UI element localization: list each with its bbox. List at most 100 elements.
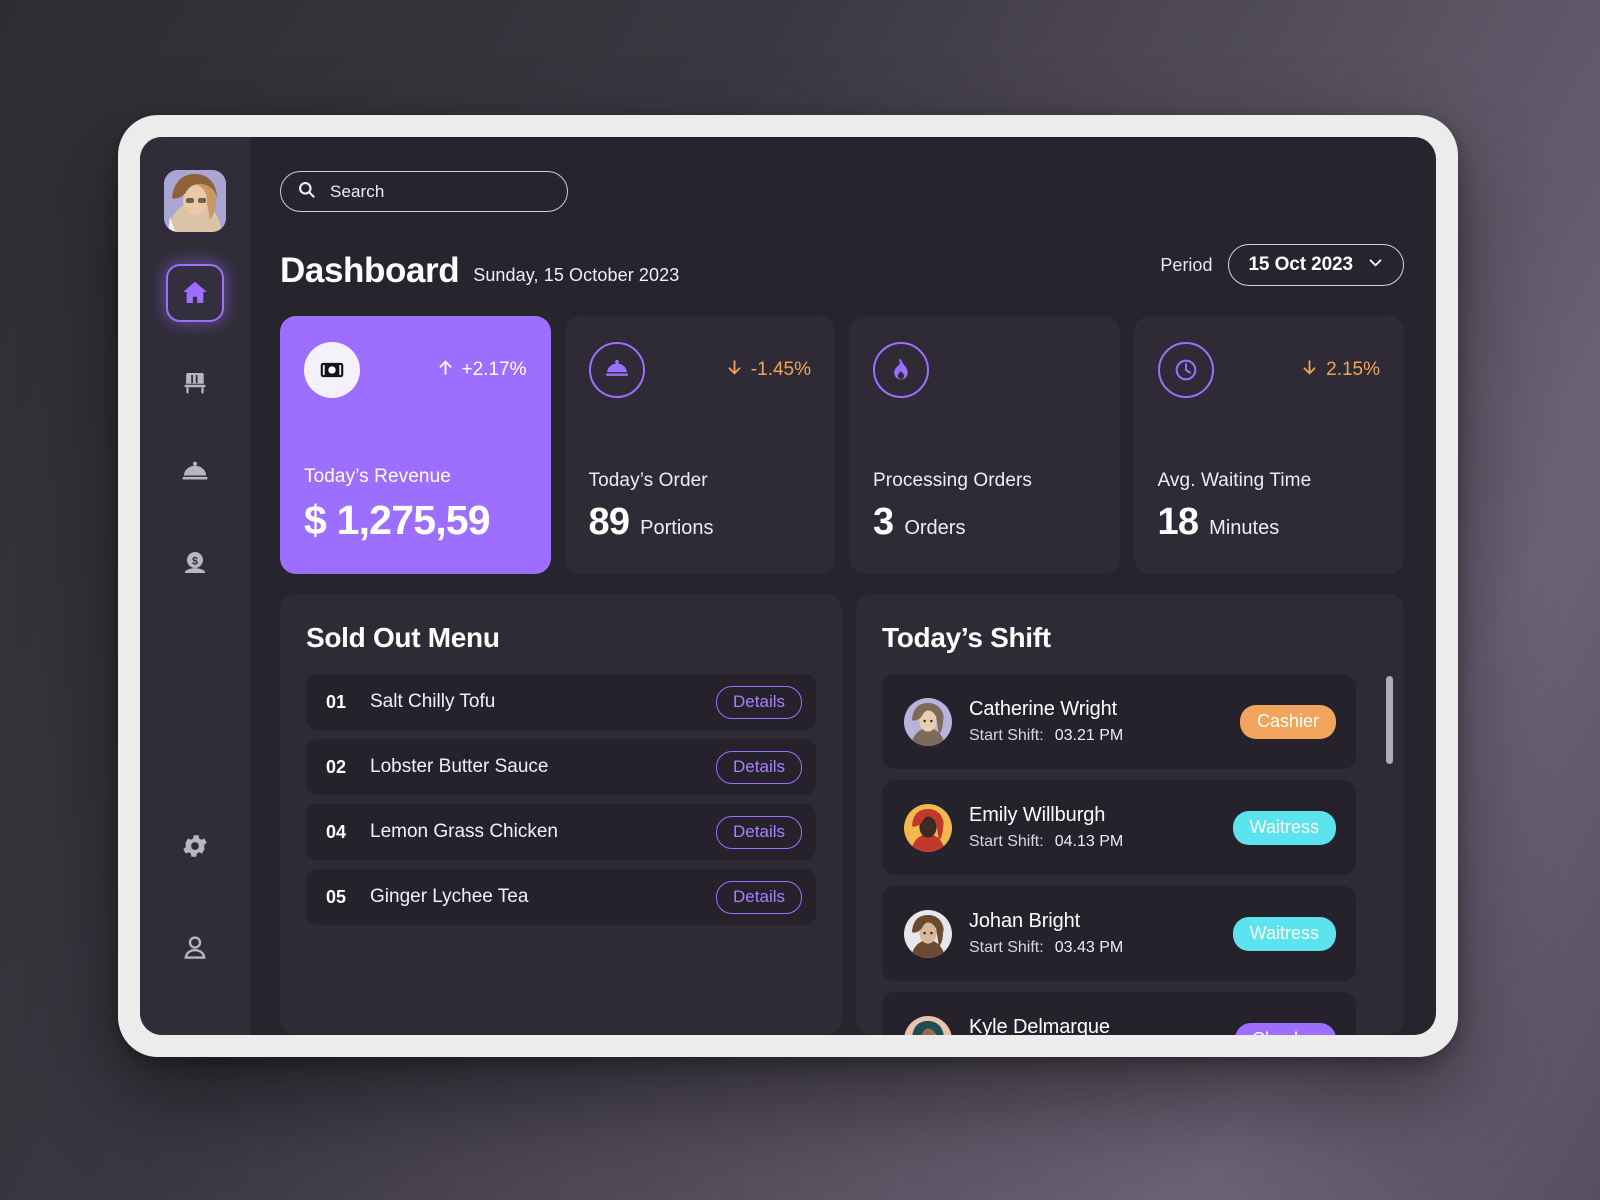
clock-icon xyxy=(1157,342,1214,399)
shift-avatar-image xyxy=(904,697,952,746)
kpi-delta-value: 2.15% xyxy=(1326,359,1380,381)
kpi-value: 89 xyxy=(588,501,630,544)
kpi-delta-value: +2.17% xyxy=(461,359,527,381)
shift-role-badge[interactable]: Cashier xyxy=(1239,704,1336,739)
kpi-delta: -1.45% xyxy=(725,358,811,383)
search-placeholder: Search xyxy=(330,181,385,201)
search-input[interactable]: Search xyxy=(280,171,568,213)
sold-out-name: Ginger Lychee Tea xyxy=(370,886,529,908)
cloche-icon xyxy=(180,458,210,488)
kpi-value: 18 xyxy=(1157,501,1199,544)
cloche-icon xyxy=(588,342,645,399)
kpi-value-row: 89 Portions xyxy=(589,501,812,574)
avatar[interactable] xyxy=(164,170,226,232)
kpi-value-row: 3 Orders xyxy=(873,501,1096,574)
search-icon xyxy=(297,180,316,204)
flame-icon xyxy=(873,342,929,399)
page-date: Sunday, 15 October 2023 xyxy=(473,265,680,286)
kpi-unit: Minutes xyxy=(1209,517,1280,540)
sidebar-item-settings[interactable] xyxy=(166,817,224,875)
shift-list: Catherine Wright Start Shift: 03.21 PM Cash… xyxy=(882,674,1378,1035)
shift-start-label: Start Shift: xyxy=(969,939,1044,957)
kpi-label: Today’s Revenue xyxy=(304,466,451,488)
kpi-value: $ 1,275,59 xyxy=(304,497,491,544)
arrow-up-icon xyxy=(436,358,455,383)
sold-out-row: 02 Lobster Butter Sauce Details xyxy=(306,739,816,796)
shift-text: Catherine Wright Start Shift: 03.21 PM xyxy=(969,698,1123,745)
kpi-card-top: +2.17% xyxy=(304,342,527,399)
sold-out-row: 01 Salt Chilly Tofu Details xyxy=(306,674,816,731)
sold-out-row: 05 Ginger Lychee Tea Details xyxy=(306,869,816,926)
shift-role-badge[interactable]: Checker xyxy=(1234,1022,1336,1035)
sold-out-number: 01 xyxy=(326,691,347,712)
shift-avatar xyxy=(904,1015,952,1035)
kpi-card-0[interactable]: +2.17% Today’s Revenue $ 1,275,59 xyxy=(280,316,551,575)
sold-out-number: 04 xyxy=(326,821,347,842)
sold-out-panel: Sold Out Menu 01 Salt Chilly Tofu Details 0… xyxy=(280,594,842,1035)
shift-avatar-image xyxy=(904,803,952,852)
kpi-label: Avg. Waiting Time xyxy=(1157,470,1312,492)
shift-row: Emily Willburgh Start Shift: 04.13 PM Waitr… xyxy=(882,780,1356,876)
avatar-image xyxy=(164,170,226,232)
kpi-label: Today’s Order xyxy=(588,470,708,492)
sidebar-item-profile[interactable] xyxy=(166,919,224,977)
gear-icon xyxy=(180,831,210,861)
shift-avatar-image xyxy=(904,1015,952,1035)
sold-out-name: Lobster Butter Sauce xyxy=(370,756,549,778)
details-button[interactable]: Details xyxy=(716,750,802,784)
shift-start-time: 03.43 PM xyxy=(1054,939,1124,957)
kpi-label: Processing Orders xyxy=(873,470,1033,492)
sidebar-item-tables[interactable] xyxy=(166,354,224,412)
shift-avatar-image xyxy=(904,909,952,958)
shift-name: Kyle Delmarque xyxy=(969,1016,1110,1035)
details-button[interactable]: Details xyxy=(716,685,802,719)
home-icon xyxy=(180,278,210,308)
shift-avatar xyxy=(904,697,952,746)
kpi-value-row: 18 Minutes xyxy=(1158,501,1381,574)
shift-name: Johan Bright xyxy=(969,910,1081,933)
details-button[interactable]: Details xyxy=(716,880,802,914)
sidebar-item-home[interactable] xyxy=(166,264,224,322)
shift-row: Kyle DelmarqueStart Shift:01.31 PM Checke… xyxy=(882,992,1356,1035)
kpi-card-2[interactable]: Processing Orders 3 Orders xyxy=(849,316,1120,575)
chevron-down-icon xyxy=(1367,254,1384,276)
kpi-value: 3 xyxy=(873,501,894,544)
shift-avatar xyxy=(904,909,952,958)
shift-text: Emily Willburgh Start Shift: 04.13 PM xyxy=(969,804,1123,851)
kpi-unit: Portions xyxy=(640,517,714,540)
sidebar-item-finance[interactable]: $ xyxy=(166,534,224,592)
kpi-card-top xyxy=(873,342,1096,399)
shift-row: Catherine Wright Start Shift: 03.21 PM Cash… xyxy=(882,674,1356,770)
shift-start: Start Shift: 03.21 PM xyxy=(969,727,1123,745)
shift-start-label: Start Shift: xyxy=(969,833,1044,851)
period-value: 15 Oct 2023 xyxy=(1248,254,1353,276)
shift-title: Today’s Shift xyxy=(882,622,1051,654)
shift-text: Kyle DelmarqueStart Shift:01.31 PM xyxy=(969,1016,1123,1035)
chair-icon xyxy=(180,368,210,398)
details-button[interactable]: Details xyxy=(716,815,802,849)
shift-role-badge[interactable]: Waitress xyxy=(1232,810,1336,845)
shift-start-label: Start Shift: xyxy=(969,727,1044,745)
money-icon: $ xyxy=(180,548,210,578)
kpi-delta: +2.17% xyxy=(436,358,527,383)
period-selector: Period 15 Oct 2023 xyxy=(1160,244,1404,288)
shift-start: Start Shift: 03.43 PM xyxy=(969,939,1123,957)
sold-out-name: Salt Chilly Tofu xyxy=(370,691,496,713)
shift-text: Johan Bright Start Shift: 03.43 PM xyxy=(969,910,1123,957)
kpi-card-3[interactable]: 2.15% Avg. Waiting Time 18 Minutes xyxy=(1133,316,1404,575)
shift-scrollbar[interactable] xyxy=(1386,676,1393,976)
money-note-icon xyxy=(304,342,360,399)
app-screen: $ Search Dashboard Sunday, 15 October 20… xyxy=(140,137,1436,1035)
kpi-delta-value: -1.45% xyxy=(750,359,811,381)
kpi-unit: Orders xyxy=(904,517,966,540)
kpi-card-1[interactable]: -1.45% Today’s Order 89 Portions xyxy=(564,316,835,575)
arrow-down-icon xyxy=(725,358,744,383)
sidebar: $ xyxy=(140,137,250,1035)
sidebar-item-service[interactable] xyxy=(166,444,224,502)
period-dropdown[interactable]: 15 Oct 2023 xyxy=(1228,244,1404,287)
sold-out-list: 01 Salt Chilly Tofu Details 02 Lobster Butte… xyxy=(306,674,816,926)
shift-role-badge[interactable]: Waitress xyxy=(1232,916,1336,951)
period-label: Period xyxy=(1160,254,1213,275)
shift-scrollbar-thumb[interactable] xyxy=(1386,676,1393,765)
page-header: Dashboard Sunday, 15 October 2023 Period… xyxy=(280,244,1404,288)
